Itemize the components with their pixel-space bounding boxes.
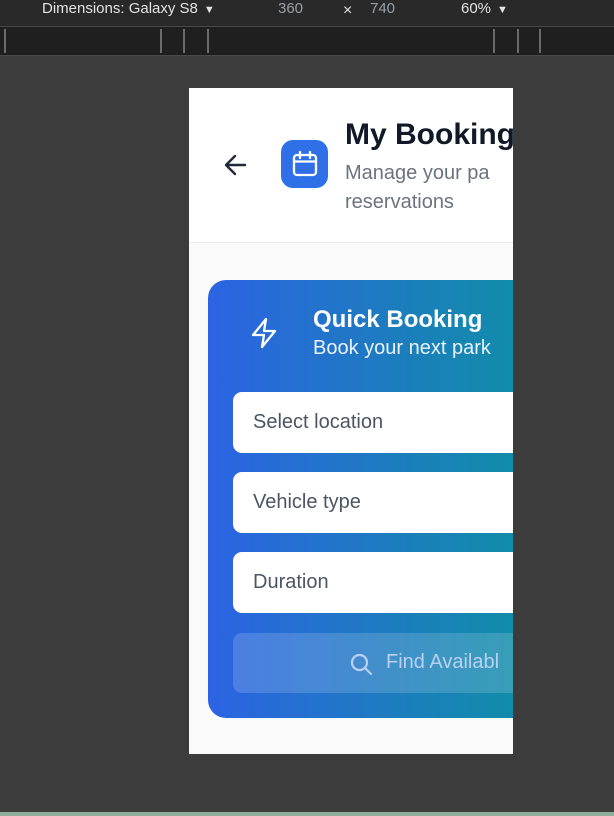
times-icon: × xyxy=(343,2,353,19)
back-button[interactable] xyxy=(221,150,251,180)
chevron-down-icon: ▼ xyxy=(497,4,508,16)
vehicle-type-placeholder: Vehicle type xyxy=(253,491,361,513)
device-viewport: My Booking Manage your pa reservations Q… xyxy=(189,88,513,754)
width-input[interactable]: 360 xyxy=(278,0,303,17)
device-selector[interactable]: Dimensions: Galaxy S8 ▼ xyxy=(42,0,215,17)
search-icon xyxy=(350,653,373,676)
quick-booking-title: Quick Booking xyxy=(313,306,483,333)
ruler-tick xyxy=(183,29,185,53)
lightning-bolt-icon xyxy=(251,317,277,349)
arrow-left-icon xyxy=(224,154,247,176)
ruler-tick xyxy=(517,29,519,53)
bottom-status-strip xyxy=(0,812,614,816)
page-subtitle: Manage your pa reservations xyxy=(345,162,490,213)
quick-booking-card: Quick Booking Book your next park Select… xyxy=(208,280,513,718)
media-query-ruler xyxy=(0,26,614,56)
duration-select[interactable]: Duration xyxy=(233,552,513,613)
ruler-tick xyxy=(4,29,6,53)
location-select[interactable]: Select location xyxy=(233,392,513,453)
ruler-tick xyxy=(539,29,541,53)
ruler-tick xyxy=(160,29,162,53)
calendar-icon xyxy=(292,150,317,177)
zoom-selector[interactable]: 60% ▼ xyxy=(461,0,508,17)
find-available-label: Find Availabl xyxy=(386,651,500,673)
quick-booking-subtitle: Book your next park xyxy=(313,337,491,359)
devtools-device-toolbar: Dimensions: Galaxy S8 ▼ 360 × 740 60% ▼ xyxy=(0,0,614,26)
height-input[interactable]: 740 xyxy=(370,0,395,17)
app-header: My Booking Manage your pa reservations xyxy=(189,88,513,243)
ruler-tick xyxy=(207,29,209,53)
duration-placeholder: Duration xyxy=(253,571,329,593)
ruler-tick xyxy=(493,29,495,53)
page-title: My Booking xyxy=(345,118,513,151)
find-available-button[interactable]: Find Availabl xyxy=(233,633,513,693)
vehicle-type-select[interactable]: Vehicle type xyxy=(233,472,513,533)
chevron-down-icon: ▼ xyxy=(203,4,215,16)
location-placeholder: Select location xyxy=(253,411,384,433)
calendar-badge xyxy=(281,140,328,188)
